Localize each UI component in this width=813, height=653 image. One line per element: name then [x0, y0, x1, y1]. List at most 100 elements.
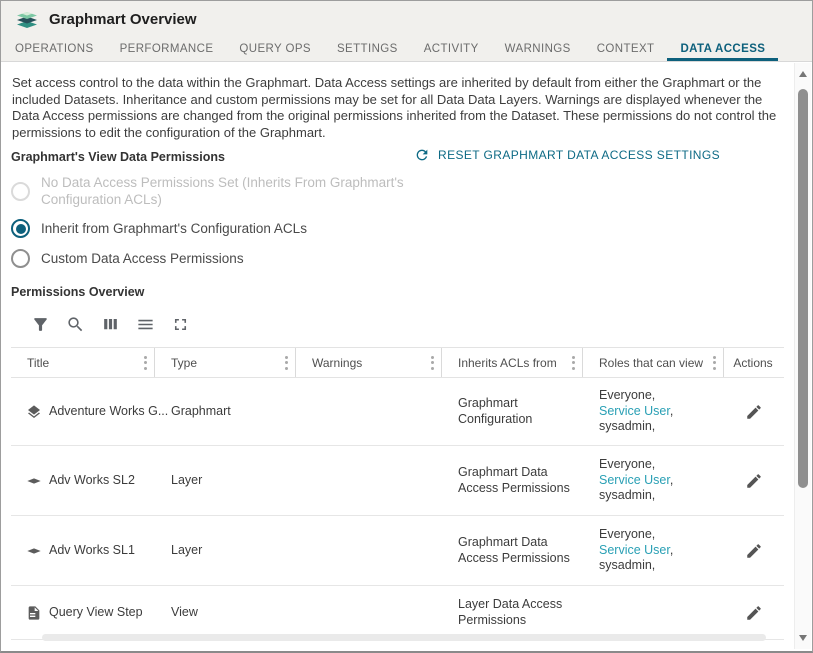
- column-header-warnings[interactable]: Warnings: [296, 348, 442, 377]
- refresh-icon: [414, 147, 430, 163]
- radio-circle-icon[interactable]: [11, 182, 30, 201]
- row-roles: Everyone, Service User, sysadmin,: [583, 457, 724, 504]
- search-icon[interactable]: [66, 315, 85, 334]
- edit-permissions-button[interactable]: [742, 539, 766, 563]
- permissions-table: Title Type Warnings Inherits ACLs from R…: [11, 347, 784, 640]
- radio-custom-permissions[interactable]: Custom Data Access Permissions: [11, 249, 784, 268]
- row-inherits-acls: Layer Data Access Permissions: [442, 597, 583, 628]
- column-header-title[interactable]: Title: [11, 348, 155, 377]
- column-header-inherits-acls[interactable]: Inherits ACLs from: [442, 348, 583, 377]
- graphmart-layers-icon: [14, 9, 40, 31]
- column-label: Actions: [733, 356, 772, 370]
- edit-pencil-icon: [745, 472, 763, 490]
- edit-pencil-icon: [745, 542, 763, 560]
- role-service-user-link[interactable]: Service User: [599, 404, 670, 418]
- density-icon[interactable]: [136, 315, 155, 334]
- table-toolbar: [31, 314, 784, 334]
- radio-label: Custom Data Access Permissions: [41, 250, 244, 267]
- view-permissions-radio-group: No Data Access Permissions Set (Inherits…: [11, 174, 784, 268]
- row-type: Graphmart: [155, 404, 296, 420]
- radio-inherit-configuration-acls[interactable]: Inherit from Graphmart's Configuration A…: [11, 219, 784, 238]
- role-sysadmin: sysadmin,: [599, 558, 655, 572]
- reset-data-access-button[interactable]: RESET GRAPHMART DATA ACCESS SETTINGS: [414, 147, 720, 163]
- view-file-icon: [26, 605, 42, 621]
- row-title: Adv Works SL2: [49, 473, 135, 489]
- edit-permissions-button[interactable]: [742, 601, 766, 625]
- tab-data-access[interactable]: DATA ACCESS: [667, 38, 778, 61]
- row-title: Query View Step: [49, 605, 143, 621]
- role-separator: ,: [670, 404, 673, 418]
- column-label: Type: [171, 356, 197, 370]
- edit-pencil-icon: [745, 604, 763, 622]
- filter-icon[interactable]: [31, 315, 50, 334]
- edit-permissions-button[interactable]: [742, 400, 766, 424]
- page-title: Graphmart Overview: [49, 11, 197, 28]
- radio-circle-icon[interactable]: [11, 219, 30, 238]
- layer-icon: [26, 473, 42, 489]
- tab-operations[interactable]: OPERATIONS: [2, 38, 107, 61]
- radio-circle-icon[interactable]: [11, 249, 30, 268]
- columns-icon[interactable]: [101, 315, 120, 334]
- vertical-scrollbar[interactable]: [794, 63, 811, 649]
- scroll-down-arrow-icon[interactable]: [799, 635, 807, 641]
- edit-permissions-button[interactable]: [742, 469, 766, 493]
- table-row[interactable]: Query View Step View Layer Data Access P…: [11, 586, 784, 640]
- data-access-panel: Set access control to the data within th…: [2, 63, 811, 649]
- tab-performance[interactable]: PERFORMANCE: [107, 38, 227, 61]
- kebab-menu-icon[interactable]: [570, 354, 577, 372]
- view-permissions-header-row: Graphmart's View Data Permissions RESET …: [11, 148, 784, 165]
- tab-query-ops[interactable]: QUERY OPS: [226, 38, 324, 61]
- row-title-cell: Adv Works SL2: [11, 473, 155, 489]
- scrollbar-thumb[interactable]: [798, 89, 808, 488]
- graphmart-overview-window: Graphmart Overview OPERATIONS PERFORMANC…: [0, 0, 813, 653]
- role-sysadmin: sysadmin,: [599, 488, 655, 502]
- column-label: Warnings: [312, 356, 362, 370]
- tab-warnings[interactable]: WARNINGS: [492, 38, 584, 61]
- row-actions: [724, 539, 784, 563]
- row-type: Layer: [155, 543, 296, 559]
- column-header-roles[interactable]: Roles that can view: [583, 348, 724, 377]
- kebab-menu-icon[interactable]: [283, 354, 290, 372]
- role-sysadmin: sysadmin,: [599, 419, 655, 433]
- role-service-user-link[interactable]: Service User: [599, 473, 670, 487]
- row-roles: Everyone, Service User, sysadmin,: [583, 527, 724, 574]
- horizontal-scrollbar[interactable]: [42, 634, 766, 641]
- permissions-overview-heading: Permissions Overview: [11, 285, 784, 299]
- column-label: Title: [27, 356, 49, 370]
- row-title-cell: Adventure Works G...: [11, 404, 155, 420]
- kebab-menu-icon[interactable]: [142, 354, 149, 372]
- kebab-menu-icon[interactable]: [711, 354, 718, 372]
- table-row[interactable]: Adventure Works G... Graphmart Graphmart…: [11, 378, 784, 446]
- table-header-row: Title Type Warnings Inherits ACLs from R…: [11, 348, 784, 378]
- role-everyone: Everyone,: [599, 457, 655, 471]
- tab-settings[interactable]: SETTINGS: [324, 38, 411, 61]
- table-row[interactable]: Adv Works SL1 Layer Graphmart Data Acces…: [11, 516, 784, 586]
- layer-icon: [26, 543, 42, 559]
- scroll-up-arrow-icon[interactable]: [799, 71, 807, 77]
- radio-no-permissions-set[interactable]: No Data Access Permissions Set (Inherits…: [11, 174, 784, 208]
- column-label: Roles that can view: [599, 356, 703, 370]
- role-separator: ,: [670, 543, 673, 557]
- data-access-description: Set access control to the data within th…: [12, 75, 781, 141]
- role-everyone: Everyone,: [599, 388, 655, 402]
- row-title-cell: Query View Step: [11, 605, 155, 621]
- role-service-user-link[interactable]: Service User: [599, 543, 670, 557]
- edit-pencil-icon: [745, 403, 763, 421]
- column-header-actions: Actions: [724, 348, 784, 377]
- role-separator: ,: [670, 473, 673, 487]
- row-actions: [724, 400, 784, 424]
- kebab-menu-icon[interactable]: [429, 354, 436, 372]
- layers-icon: [26, 404, 42, 420]
- row-inherits-acls: Graphmart Data Access Permissions: [442, 535, 583, 566]
- column-header-type[interactable]: Type: [155, 348, 296, 377]
- app-header: Graphmart Overview: [1, 1, 812, 38]
- row-type: Layer: [155, 473, 296, 489]
- row-actions: [724, 469, 784, 493]
- radio-label: No Data Access Permissions Set (Inherits…: [41, 174, 486, 208]
- table-row[interactable]: Adv Works SL2 Layer Graphmart Data Acces…: [11, 446, 784, 516]
- tab-context[interactable]: CONTEXT: [584, 38, 668, 61]
- column-label: Inherits ACLs from: [458, 356, 557, 370]
- expand-icon[interactable]: [171, 315, 190, 334]
- tab-bar: OPERATIONS PERFORMANCE QUERY OPS SETTING…: [1, 38, 812, 62]
- tab-activity[interactable]: ACTIVITY: [411, 38, 492, 61]
